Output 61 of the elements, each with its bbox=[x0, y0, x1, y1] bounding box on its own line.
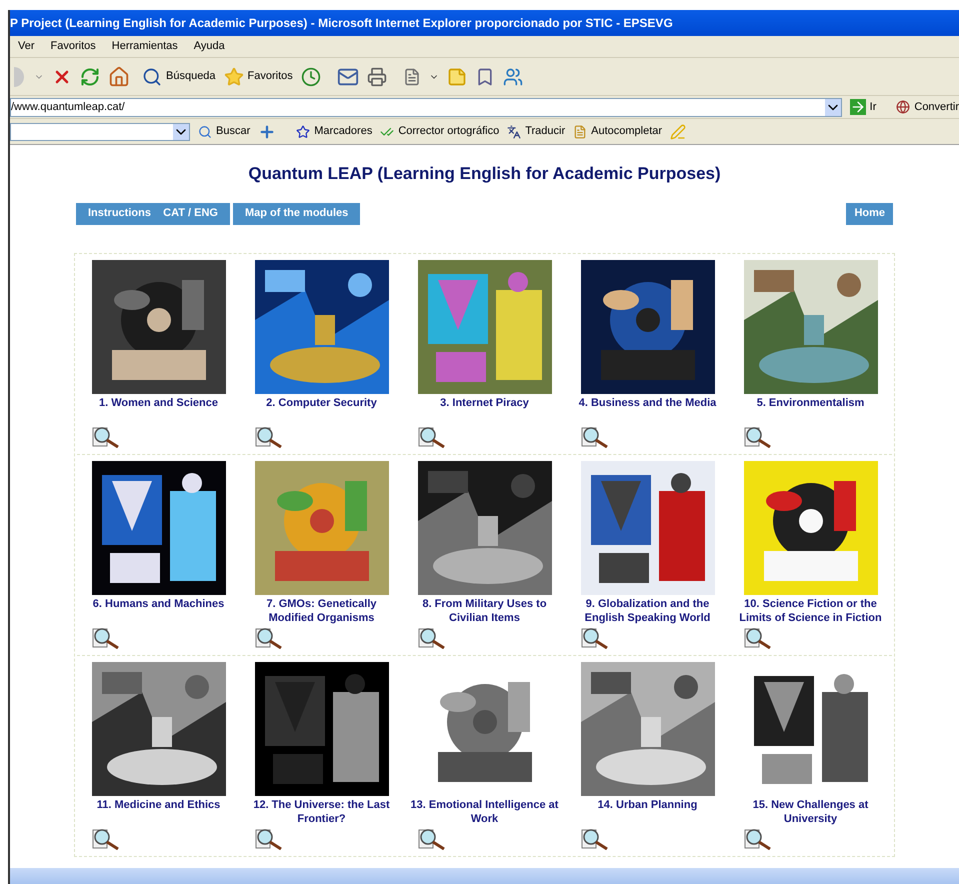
magnifier-icon[interactable] bbox=[418, 426, 446, 448]
history-icon[interactable] bbox=[300, 66, 321, 86]
magnifier-icon[interactable] bbox=[418, 626, 446, 648]
module-title[interactable]: 6. Humans and Machines bbox=[84, 596, 234, 624]
magnifier-icon[interactable] bbox=[254, 828, 282, 850]
menu-item[interactable]: Ver bbox=[18, 38, 35, 55]
module-title[interactable]: 8. From Military Uses to Civilian Items bbox=[410, 596, 560, 624]
page-heading: Quantum LEAP (Learning English for Academic Purposes) bbox=[248, 163, 721, 185]
globe-icon bbox=[896, 100, 910, 114]
magnifier-icon[interactable] bbox=[254, 626, 282, 648]
spellcheck-button[interactable]: Corrector ortográfico bbox=[380, 123, 500, 140]
magnifier-icon[interactable] bbox=[92, 626, 120, 648]
search-field[interactable] bbox=[10, 122, 190, 140]
magnifier-icon[interactable] bbox=[580, 828, 608, 850]
translate-button[interactable]: Traducir bbox=[507, 123, 566, 140]
go-button[interactable]: Ir bbox=[846, 98, 880, 116]
module-title[interactable]: 14. Urban Planning bbox=[572, 798, 722, 826]
bookmarks-button[interactable]: Marcadores bbox=[296, 123, 372, 140]
plus-icon[interactable] bbox=[258, 122, 276, 140]
module-title[interactable]: 5. Environmentalism bbox=[736, 396, 886, 424]
magnifier-icon[interactable] bbox=[744, 426, 772, 448]
module-title[interactable]: 9. Globalization and the English Speaking World bbox=[572, 596, 722, 624]
magnifier-icon[interactable] bbox=[418, 828, 446, 850]
magnifier-icon[interactable] bbox=[580, 626, 608, 648]
module-title[interactable]: 4. Business and the Media bbox=[572, 396, 722, 424]
home-icon[interactable] bbox=[108, 66, 130, 88]
menu-item[interactable]: Favoritos bbox=[50, 38, 96, 55]
address-field[interactable]: /www.quantumleap.cat/ bbox=[10, 98, 842, 116]
module-title[interactable]: 15. New Challenges at University bbox=[736, 798, 886, 826]
convert-button[interactable]: Convertir bbox=[884, 98, 959, 116]
dropdown-icon[interactable] bbox=[824, 98, 841, 116]
search-icon bbox=[198, 124, 212, 138]
module-title[interactable]: 10. Science Fiction or the Limits of Science in Fiction bbox=[736, 596, 886, 624]
autofill-button[interactable]: Autocompletar bbox=[573, 123, 662, 140]
magnifier-icon[interactable] bbox=[92, 828, 120, 850]
star-icon bbox=[224, 66, 244, 86]
magnifier-icon[interactable] bbox=[254, 426, 282, 448]
search-button[interactable]: Buscar bbox=[198, 123, 250, 140]
magnifier-icon[interactable] bbox=[92, 426, 120, 448]
search-button[interactable]: Búsqueda bbox=[142, 66, 216, 86]
star-icon bbox=[296, 124, 310, 138]
module-title[interactable]: 3. Internet Piracy bbox=[410, 396, 560, 424]
magnifier-icon[interactable] bbox=[580, 426, 608, 448]
menu-item[interactable]: Herramientas bbox=[112, 38, 178, 55]
print-icon[interactable] bbox=[366, 66, 387, 86]
magnifier-icon[interactable] bbox=[744, 626, 772, 648]
module-title[interactable]: 1. Women and Science bbox=[84, 396, 234, 424]
translate-icon bbox=[507, 124, 522, 138]
menu-item[interactable]: Ayuda bbox=[194, 38, 225, 55]
module-title[interactable]: 2. Computer Security bbox=[246, 396, 396, 424]
dropdown-icon[interactable] bbox=[173, 124, 189, 140]
module-title[interactable]: 11. Medicine and Ethics bbox=[84, 798, 234, 826]
module-title[interactable]: 13. Emotional Intelligence at Work bbox=[410, 798, 560, 826]
refresh-icon[interactable] bbox=[80, 66, 100, 86]
favorites-button[interactable]: Favoritos bbox=[224, 66, 293, 86]
module-title[interactable]: 7. GMOs: Genetically Modified Organisms bbox=[246, 596, 396, 624]
module-title[interactable]: 12. The Universe: the Last Frontier? bbox=[246, 798, 396, 826]
document-icon bbox=[573, 124, 588, 138]
window-title: P Project (Learning English for Academic Purposes) - Microsoft Internet Explorer proporcionado por STIC - EPSEVG bbox=[10, 15, 673, 32]
search-icon bbox=[142, 66, 162, 86]
magnifier-icon[interactable] bbox=[744, 828, 772, 850]
